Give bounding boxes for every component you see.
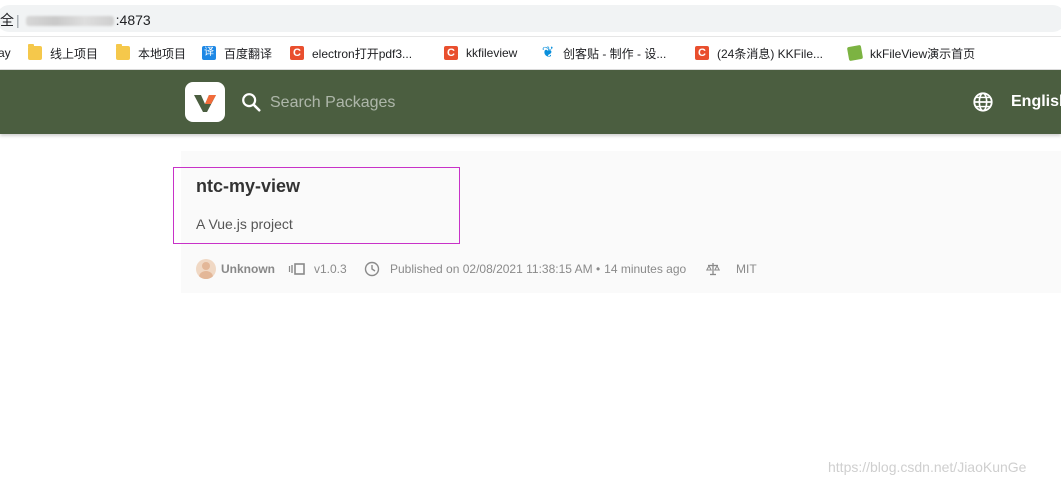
bookmark-label: 本地项目 (138, 46, 187, 61)
package-name[interactable]: ntc-my-view (196, 176, 300, 197)
bookmark-label: kkFileView演示首页 (870, 46, 976, 61)
published-date: Published on 02/08/2021 11:38:15 AM • (390, 262, 601, 276)
globe-icon[interactable] (972, 91, 994, 113)
author-name: Unknown (221, 262, 275, 276)
folder-icon (28, 44, 42, 60)
bookmark-online-projects[interactable]: 线上项目 (28, 43, 98, 63)
bookmark-kkfileview[interactable]: C kkfileview (444, 43, 517, 63)
bookmark-label: 百度翻译 (224, 46, 273, 61)
bookmark-label: (24条消息) KKFile... (717, 46, 824, 61)
search-icon (242, 93, 261, 112)
scale-icon (706, 263, 720, 276)
address-separator: | (16, 12, 20, 28)
bookmark-baidu-translate[interactable]: 译 百度翻译 (202, 43, 272, 63)
search-input[interactable] (268, 90, 572, 116)
bookmark-label: 创客贴 - 制作 - 设... (563, 46, 667, 61)
package-description: A Vue.js project (196, 216, 293, 232)
leaf-icon (846, 44, 864, 62)
package-published: Published on 02/08/2021 11:38:15 AM • 14… (364, 259, 686, 279)
csdn-icon: C (444, 46, 458, 60)
csdn-icon: C (290, 46, 304, 60)
package-version: v1.0.3 (288, 259, 347, 279)
package-license: MIT (706, 259, 757, 279)
published-ago: 14 minutes ago (604, 262, 687, 276)
bookmark-kkfile-messages[interactable]: C (24条消息) KKFile... (695, 43, 823, 63)
folder-icon (116, 44, 130, 60)
bookmark-label: kkfileview (466, 46, 518, 60)
bookmark-electron-pdf[interactable]: C electron打开pdf3... (290, 43, 412, 63)
avatar (196, 259, 216, 279)
translate-icon: 译 (202, 46, 216, 60)
license-text: MIT (736, 262, 757, 276)
address-prefix: 全 (0, 12, 14, 28)
verdaccio-logo-icon[interactable] (185, 82, 225, 122)
address-redacted (25, 16, 114, 27)
address-suffix: :4873 (115, 12, 151, 28)
bookmarks-bar: ay 线上项目 本地项目 译 百度翻译 C electron打开pdf3... … (0, 37, 1061, 70)
address-bar[interactable] (0, 5, 1061, 32)
address-text[interactable]: 全 | :4873 (0, 10, 151, 30)
bookmark-ay[interactable]: ay (0, 43, 11, 63)
version-text: v1.0.3 (314, 262, 347, 276)
chuangketie-icon: ❦ (541, 44, 555, 61)
bookmark-local-projects[interactable]: 本地项目 (116, 43, 186, 63)
bookmark-label: electron打开pdf3... (312, 46, 413, 61)
csdn-icon: C (695, 46, 709, 60)
package-author: Unknown (196, 259, 275, 279)
bookmark-label: ay (0, 46, 11, 60)
address-bar-area: 全 | :4873 (0, 0, 1061, 37)
language-selector[interactable]: English (1011, 93, 1061, 111)
bookmark-label: 线上项目 (50, 46, 99, 61)
app-header: English (0, 70, 1061, 134)
bookmark-chuangketie[interactable]: ❦ 创客贴 - 制作 - 设... (541, 43, 667, 63)
clock-icon (364, 261, 380, 277)
bookmark-kkfileview-demo[interactable]: kkFileView演示首页 (846, 43, 976, 63)
version-icon (288, 263, 305, 275)
watermark: https://blog.csdn.net/JiaoKunGe (828, 459, 1027, 475)
